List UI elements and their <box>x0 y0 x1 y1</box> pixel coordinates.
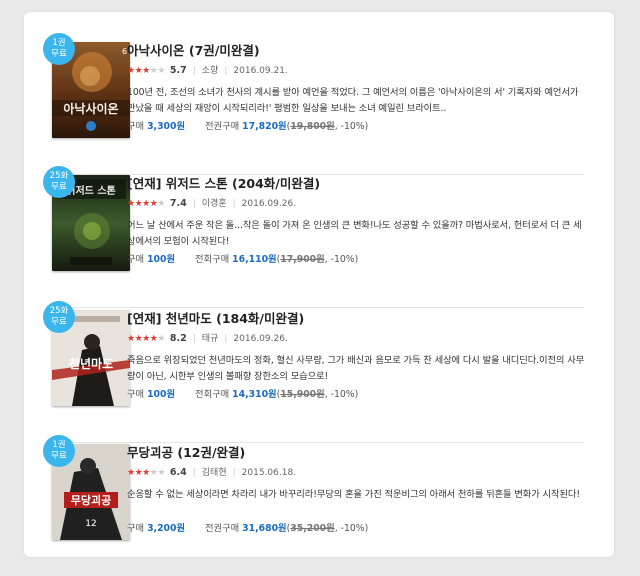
author[interactable]: 이경훈 <box>202 197 227 211</box>
cover-title: 천년마도 <box>69 356 113 371</box>
star-rating: ★ ★ ★ ★ ★ <box>127 66 165 76</box>
author[interactable]: 김태현 <box>202 466 227 480</box>
all-buy-price[interactable]: 16,110원 <box>232 254 276 265</box>
original-price: 35,200원 <box>290 523 335 534</box>
free-badge: 1권 무료 <box>43 435 75 467</box>
all-buy-price[interactable]: 17,820원 <box>242 121 286 132</box>
book-item[interactable]: 1권 무료 아낙사이온 6 아낙사이온 (7권/미완결) ★ ★ ★ ★ ★ 5… <box>43 33 585 175</box>
discount: , -10%) <box>324 254 359 265</box>
all-buy-label: 전권구매 <box>204 121 240 132</box>
all-buy-price[interactable]: 14,310원 <box>232 389 276 400</box>
author[interactable]: 소향 <box>202 64 219 78</box>
price-row: 구매 100원 전회구매 14,310원(15,900원, -10%) <box>127 388 585 402</box>
book-title[interactable]: 아낙사이온 (7권/미완결) <box>127 42 585 60</box>
rating-value: 7.4 <box>169 198 187 209</box>
star-rating: ★ ★ ★ ★ ★ <box>127 468 165 478</box>
publish-date: 2016.09.26. <box>233 334 288 344</box>
book-item[interactable]: 1권 무료 무당괴공 12 무당괴공 (12권/완결) ★ ★ ★ ★ ★ 6.4 | … <box>43 435 585 576</box>
publish-date: 2015.06.18. <box>241 468 297 478</box>
rating-value: 5.7 <box>169 65 187 76</box>
book-title[interactable]: [연재] 천년마도 (184화/미완결) <box>127 310 585 328</box>
book-item[interactable]: 25화 무료 위저드 스톤 [연재] 위저드 스톤 (204화/미완결) ★ ★… <box>43 166 585 308</box>
book-description: 어느 날 산에서 주운 작은 돌...작은 돌이 가져 온 인생의 큰 변화!나… <box>127 220 582 247</box>
discount: , -10%) <box>334 121 369 132</box>
book-list-panel: 1권 무료 아낙사이온 6 아낙사이온 (7권/미완결) ★ ★ ★ ★ ★ 5… <box>24 12 614 557</box>
book-title[interactable]: 무당괴공 (12권/완결) <box>127 444 585 462</box>
free-badge: 1권 무료 <box>43 33 75 65</box>
badge-label: 무료 <box>51 182 67 192</box>
rating-value: 6.4 <box>169 467 187 478</box>
buy-price[interactable]: 3,300원 <box>147 121 185 132</box>
buy-label: 구매 <box>127 121 145 132</box>
badge-count: 25화 <box>49 171 69 181</box>
buy-price[interactable]: 100원 <box>147 389 175 400</box>
book-description: 죽음으로 위장되었던 천년마도의 정화, 혈신 사무량, 그가 배신과 음모로 … <box>127 355 585 382</box>
book-item[interactable]: 25화 무료 천년마도 [연재] 천년마도 (184화/미완결) ★ ★ ★ ★ ★ 8… <box>43 301 585 443</box>
svg-text:12: 12 <box>85 519 96 529</box>
original-price: 17,900원 <box>280 254 325 265</box>
badge-label: 무료 <box>51 49 67 59</box>
free-badge: 25화 무료 <box>43 166 75 198</box>
cover-title: 아낙사이온 <box>63 101 118 116</box>
buy-label: 구매 <box>127 254 145 265</box>
rating-value: 8.2 <box>169 333 187 344</box>
book-title[interactable]: [연재] 위저드 스톤 (204화/미완결) <box>127 175 585 193</box>
badge-count: 1권 <box>52 440 66 450</box>
badge-count: 25화 <box>49 306 69 316</box>
publish-date: 2016.09.26. <box>241 199 297 209</box>
original-price: 15,900원 <box>280 389 325 400</box>
book-description: 100년 전, 조선의 소녀가 천사의 계시를 받아 예언을 적었다. 그 예언… <box>127 87 579 114</box>
buy-price[interactable]: 3,200원 <box>147 523 185 534</box>
all-buy-label: 전권구매 <box>204 523 240 534</box>
all-buy-price[interactable]: 31,680원 <box>242 523 286 534</box>
book-description: 순응할 수 없는 세상이라면 차라리 내가 바꾸리라!무당의 혼을 가진 적운비… <box>127 489 580 500</box>
star-rating: ★ ★ ★ ★ ★ <box>127 334 165 344</box>
discount: , -10%) <box>324 389 359 400</box>
badge-label: 무료 <box>51 317 67 327</box>
star-rating: ★ ★ ★ ★ ★ <box>127 199 165 209</box>
discount: , -10%) <box>334 523 369 534</box>
author[interactable]: 태규 <box>202 332 219 346</box>
price-row: 구매 100원 전회구매 16,110원(17,900원, -10%) <box>127 253 585 267</box>
price-row: 구매 3,200원 전권구매 31,680원(35,200원, -10%) <box>127 522 585 536</box>
badge-label: 무료 <box>51 451 67 461</box>
cover-title: 무당괴공 <box>71 493 111 507</box>
publish-date: 2016.09.21. <box>233 66 288 76</box>
buy-label: 구매 <box>127 523 145 534</box>
price-row: 구매 3,300원 전권구매 17,820원(19,800원, -10%) <box>127 120 585 134</box>
buy-label: 구매 <box>127 389 145 400</box>
original-price: 19,800원 <box>290 121 335 132</box>
all-buy-label: 전회구매 <box>194 389 230 400</box>
buy-price[interactable]: 100원 <box>147 254 175 265</box>
all-buy-label: 전회구매 <box>194 254 230 265</box>
badge-count: 1권 <box>52 38 66 48</box>
free-badge: 25화 무료 <box>43 301 75 333</box>
